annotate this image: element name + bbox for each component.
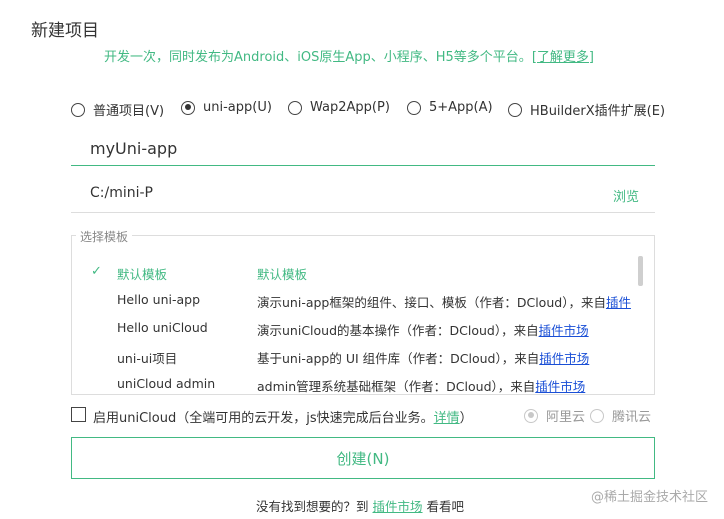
template-desc: 演示uniCloud的基本操作（作者：DCloud），来自插件市场 (257, 320, 589, 339)
radio-aliyun[interactable]: 阿里云 (524, 406, 585, 425)
project-path-field[interactable]: C:/mini-P 浏览 (71, 178, 655, 213)
dialog-subtitle: 开发一次，同时发布为Android、iOS原生App、小程序、H5等多个平台。[… (104, 46, 594, 65)
plugin-market-link[interactable]: 插件市场 (539, 351, 589, 366)
radio-uni-app[interactable]: uni-app(U) (181, 100, 272, 115)
unicloud-label: 启用uniCloud（全端可用的云开发，js快速完成后台业务。详情） (93, 407, 473, 426)
template-desc-text: admin管理系统基础框架（作者：DCloud），来自 (257, 379, 536, 394)
unicloud-desc: （全端可用的云开发，js快速完成后台业务。 (176, 411, 434, 426)
template-name: Hello uniCloud (117, 320, 208, 335)
footer-suffix: 看看吧 (426, 499, 465, 514)
radio-circle-icon (590, 408, 604, 423)
browse-button[interactable]: 浏览 (613, 186, 639, 205)
learn-more-link[interactable]: [了解更多] (532, 50, 594, 65)
checkmark-icon: ✓ (91, 264, 102, 279)
radio-label: Wap2App(P) (310, 100, 390, 115)
radio-label: HBuilderX插件扩展(E) (530, 104, 666, 119)
provider-label: 腾讯云 (612, 410, 652, 425)
radio-hbuilderx-extension[interactable]: HBuilderX插件扩展(E) (508, 100, 665, 119)
radio-normal-project[interactable]: 普通项目(V) (71, 100, 164, 119)
radio-circle-icon (508, 102, 522, 117)
radio-5plus-app[interactable]: 5+App(A) (407, 100, 493, 115)
plugin-market-link[interactable]: 插件市场 (539, 323, 589, 338)
radio-label: 普通项目(V) (93, 104, 165, 119)
watermark: @稀土掘金技术社区 (590, 490, 708, 505)
radio-wap2app[interactable]: Wap2App(P) (288, 100, 390, 115)
template-name: Hello uni-app (117, 292, 201, 307)
template-desc-text: 演示uniCloud的基本操作（作者：DCloud），来自 (257, 323, 539, 338)
provider-label: 阿里云 (546, 410, 586, 425)
radio-checked-icon (181, 100, 195, 115)
template-item-uni-ui[interactable]: uni-ui项目 基于uni-app的 UI 组件库（作者：DCloud），来自… (72, 348, 654, 368)
template-desc-text: 基于uni-app的 UI 组件库（作者：DCloud），来自 (257, 351, 540, 366)
template-legend: 选择模板 (76, 228, 133, 245)
dialog-title: 新建项目 (31, 21, 99, 41)
template-item-hello-unicloud[interactable]: Hello uniCloud 演示uniCloud的基本操作（作者：DCloud… (72, 320, 654, 340)
template-desc: admin管理系统基础框架（作者：DCloud），来自插件市场 (257, 376, 585, 394)
project-path-value[interactable]: C:/mini-P (90, 185, 153, 201)
template-desc: 基于uni-app的 UI 组件库（作者：DCloud），来自插件市场 (257, 348, 589, 367)
template-desc: 默认模板 (257, 267, 308, 282)
subtitle-text: 开发一次，同时发布为Android、iOS原生App、小程序、H5等多个平台。 (104, 50, 532, 65)
template-item-hello-uni-app[interactable]: Hello uni-app 演示uni-app框架的组件、接口、模板（作者：DC… (72, 292, 654, 312)
plugin-market-link[interactable]: 插件 (606, 295, 631, 310)
unicloud-option: 启用uniCloud（全端可用的云开发，js快速完成后台业务。详情） 阿里云 腾… (71, 406, 655, 426)
template-name: uni-ui项目 (117, 351, 178, 366)
radio-tencent-cloud[interactable]: 腾讯云 (590, 406, 651, 425)
unicloud-detail-link[interactable]: 详情 (434, 411, 460, 426)
template-desc: 演示uni-app框架的组件、接口、模板（作者：DCloud），来自插件 (257, 292, 631, 311)
radio-checked-icon (524, 408, 538, 423)
radio-circle-icon (407, 100, 421, 115)
radio-label: uni-app(U) (203, 100, 272, 115)
template-item-default[interactable]: ✓ 默认模板 默认模板 (72, 264, 654, 284)
unicloud-close-paren: ） (459, 411, 473, 426)
unicloud-checkbox[interactable] (71, 407, 86, 422)
template-list[interactable]: ✓ 默认模板 默认模板 Hello uni-app 演示uni-app框架的组件… (71, 235, 655, 395)
unicloud-label-text: 启用uniCloud (93, 411, 177, 426)
radio-circle-icon (71, 102, 85, 117)
radio-circle-icon (288, 100, 302, 115)
radio-label: 5+App(A) (429, 100, 493, 115)
template-name: uniCloud admin (117, 376, 216, 391)
template-desc-text: 演示uni-app框架的组件、接口、模板（作者：DCloud），来自 (257, 295, 606, 310)
plugin-market-link[interactable]: 插件市场 (535, 379, 585, 394)
template-scrollbar[interactable] (638, 256, 643, 286)
footer-text: 没有找到想要的？到 插件市场 看看吧 (256, 496, 464, 515)
template-name: 默认模板 (117, 267, 168, 282)
project-name-input[interactable] (71, 131, 655, 166)
template-item-unicloud-admin[interactable]: uniCloud admin admin管理系统基础框架（作者：DCloud），… (72, 376, 654, 394)
create-button[interactable]: 创建(N) (71, 437, 655, 479)
footer-prefix: 没有找到想要的？到 (256, 499, 369, 514)
footer-plugin-market-link[interactable]: 插件市场 (373, 499, 423, 514)
